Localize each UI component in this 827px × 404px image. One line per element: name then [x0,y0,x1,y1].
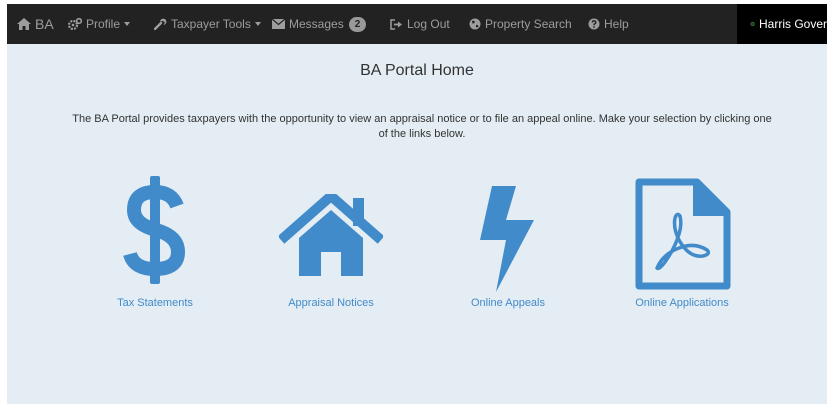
user-name: Harris Gover [758,17,827,31]
tile-online-applications-label: Online Applications [635,297,729,309]
nav-taxpayer-tools[interactable]: Taxpayer Tools [154,4,261,44]
brand-link[interactable]: BA [17,4,54,44]
nav-property-search[interactable]: Property Search [469,4,572,44]
home-icon [279,194,383,276]
chevron-down-icon [254,22,261,26]
dollar-icon [123,176,186,284]
nav-help[interactable]: Help [588,4,629,44]
chevron-down-icon [124,22,131,26]
top-navbar: BA Profile Taxpayer Tools Messages 2 Log… [7,4,827,44]
cogs-icon [68,18,82,30]
nav-messages-label: Messages [289,17,344,31]
nav-taxpayer-tools-label: Taxpayer Tools [171,17,251,31]
globe-icon [469,18,481,30]
nav-log-out-label: Log Out [407,17,450,31]
tile-appraisal-notices[interactable]: Appraisal Notices [271,176,391,316]
tile-online-applications[interactable]: Online Applications [627,176,737,316]
tile-appraisal-notices-label: Appraisal Notices [288,297,374,309]
nav-log-out[interactable]: Log Out [390,4,450,44]
wrench-icon [154,18,167,30]
user-menu[interactable]: Harris Gover [737,4,827,44]
file-pdf-icon [635,178,731,290]
tile-tax-statements[interactable]: Tax Statements [95,176,215,316]
browser-viewport: BA Profile Taxpayer Tools Messages 2 Log… [7,4,827,404]
nav-property-search-label: Property Search [485,17,572,31]
tile-tax-statements-label: Tax Statements [117,297,193,309]
brand-text: BA [35,16,54,32]
messages-count-badge: 2 [348,16,367,32]
intro-text: The BA Portal provides taxpayers with th… [72,113,772,140]
user-status-icon [750,21,755,27]
tile-online-appeals[interactable]: Online Appeals [448,176,568,316]
nav-messages[interactable]: Messages 2 [272,4,367,44]
envelope-icon [272,19,285,29]
home-icon [17,18,31,30]
nav-profile[interactable]: Profile [68,4,131,44]
nav-help-label: Help [604,17,629,31]
bolt-icon [480,186,534,292]
sign-out-icon [390,18,402,30]
nav-profile-label: Profile [86,17,121,31]
page-title: BA Portal Home [360,62,474,79]
tile-online-appeals-label: Online Appeals [471,297,545,309]
question-circle-icon [588,18,600,30]
